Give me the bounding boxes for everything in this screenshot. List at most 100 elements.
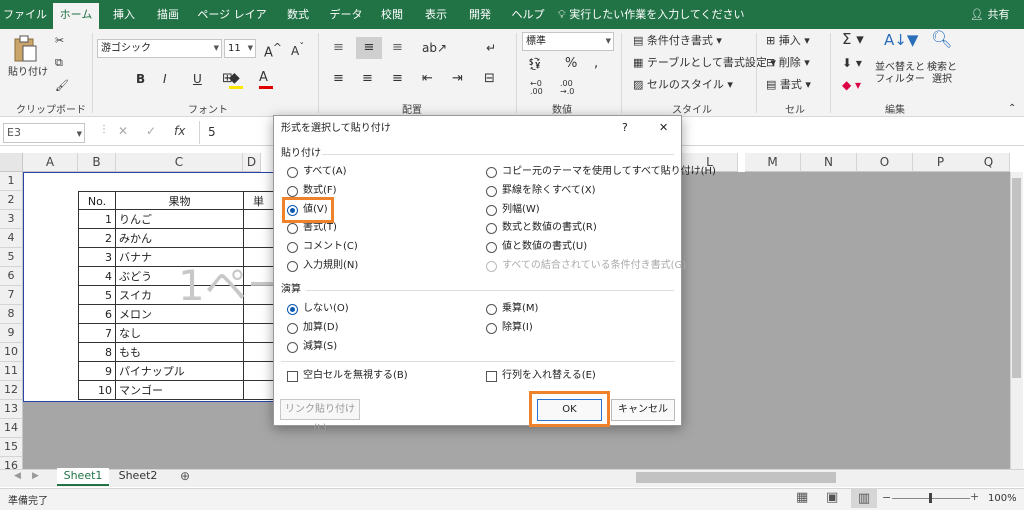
radio-dialog-paste_right-1[interactable] [486,185,497,197]
decrease-font-icon[interactable]: Aˇ [291,40,304,59]
radio-dialog-paste_right-0[interactable] [486,167,497,178]
table-cell-unit[interactable] [244,324,274,343]
table-cell-fruit[interactable]: パイナップル [116,362,244,381]
align-right-icon[interactable]: ≡ [392,71,403,87]
radio-dialog-op_left-2[interactable] [287,341,298,353]
column-header-c[interactable]: C [116,153,243,172]
table-cell-unit[interactable] [244,381,274,400]
column-header-q[interactable]: Q [968,153,1010,172]
delete-cells-button[interactable]: ⊟ 削除 ▾ [766,55,810,71]
select-all-corner[interactable] [0,153,23,172]
tab-file[interactable]: ファイル [0,0,50,29]
align-left-icon[interactable]: ≡ [333,71,344,87]
row-header-13[interactable]: 13 [0,400,23,419]
table-cell-fruit[interactable]: りんご [116,210,244,229]
radio-dialog-paste_right-2[interactable] [486,204,497,216]
vertical-scroll-thumb[interactable] [1012,178,1021,378]
paste-button[interactable]: 貼り付け [8,65,48,81]
font-color-icon[interactable]: A [259,70,273,89]
decrease-decimal-icon[interactable]: .00 →.0 [560,80,574,96]
collapse-ribbon-icon[interactable]: ⌃ [1008,101,1016,117]
font-size-combo[interactable]: 11 ▼ [224,39,256,58]
radio-dialog-paste_right-5[interactable] [486,261,497,272]
table-cell-no[interactable]: 3 [78,248,116,267]
table-cell-no[interactable]: 10 [78,381,116,400]
table-cell-unit[interactable] [244,210,274,229]
table-cell-fruit[interactable]: もも [116,343,244,362]
underline-button[interactable]: U [193,71,202,87]
orientation-icon[interactable]: ab↗ [422,40,447,56]
cut-icon[interactable]: ✂ [55,33,64,49]
indent-increase-icon[interactable]: ⇥ [452,71,463,87]
row-header-3[interactable]: 3 [0,210,23,229]
tab-review[interactable]: 校閲 [372,0,412,29]
clear-icon[interactable]: ◆ ▾ [842,77,861,93]
table-cell-no[interactable]: 9 [78,362,116,381]
align-top-icon[interactable]: ≡ [333,40,344,56]
find-icon[interactable]: 🔍︎ [931,32,953,49]
column-header-d[interactable]: D [243,153,261,172]
indent-decrease-icon[interactable]: ⇤ [422,71,433,87]
format-as-table-button[interactable]: ▦ テーブルとして書式設定 ▾ [633,55,776,71]
sheet-tab-sheet2[interactable]: Sheet2 [112,468,164,486]
zoom-in-icon[interactable]: + [970,490,979,503]
tab-formulas[interactable]: 数式 [278,0,318,29]
table-header-unit[interactable]: 単 [244,191,274,210]
currency-icon[interactable]: 💱︎ [527,56,542,72]
fill-icon[interactable]: ⬇ ▾ [842,55,862,71]
row-header-8[interactable]: 8 [0,305,23,324]
tab-home[interactable]: ホーム [53,3,99,29]
row-header-6[interactable]: 6 [0,267,23,286]
conditional-format-button[interactable]: ▤ 条件付き書式 ▾ [633,33,722,49]
row-header-12[interactable]: 12 [0,381,23,400]
normal-view-icon[interactable]: ▦ [796,490,808,505]
skip-blanks-checkbox[interactable] [287,371,298,382]
zoom-slider-thumb[interactable] [929,493,932,503]
fill-color-icon[interactable]: ◆ [229,70,243,89]
row-header-4[interactable]: 4 [0,229,23,248]
number-format-combo[interactable]: 標準 ▼ [522,32,614,51]
radio-dialog-op_left-1[interactable] [287,322,298,334]
table-cell-no[interactable]: 5 [78,286,116,305]
close-button[interactable]: ✕ [659,121,668,135]
column-header-b[interactable]: B [78,153,116,172]
align-bottom-icon[interactable]: ≡ [392,40,403,56]
radio-dialog-op_right-1[interactable] [486,322,497,334]
table-cell-no[interactable]: 1 [78,210,116,229]
table-cell-fruit[interactable]: みかん [116,229,244,248]
sheet-tab-sheet1[interactable]: Sheet1 [57,468,109,486]
table-cell-fruit[interactable]: なし [116,324,244,343]
enter-icon[interactable]: ✓ [146,124,156,138]
column-header-n[interactable]: N [801,153,857,172]
horizontal-scroll-thumb[interactable] [636,472,836,483]
bold-button[interactable]: B [136,71,145,87]
font-name-combo[interactable]: 游ゴシック ▼ [97,39,222,58]
radio-dialog-paste_left-3[interactable] [287,223,298,235]
tab-developer[interactable]: 開発 [460,0,500,29]
tell-me-box[interactable]: 💡︎ 実行したい作業を入力してください [558,0,745,29]
format-painter-icon[interactable]: 🖌︎ [55,78,69,94]
row-header-1[interactable]: 1 [0,172,23,191]
row-header-5[interactable]: 5 [0,248,23,267]
function-icon[interactable]: fx [174,124,185,138]
copy-icon[interactable]: ⧉ [55,55,63,71]
radio-dialog-paste_left-5[interactable] [287,261,298,272]
table-cell-no[interactable]: 7 [78,324,116,343]
table-cell-fruit[interactable]: マンゴー [116,381,244,400]
format-cells-button[interactable]: ▤ 書式 ▾ [766,77,811,93]
sort-filter-icon[interactable]: A↓▼ [884,32,918,48]
page-break-view-icon[interactable]: ▥ [851,489,877,508]
paste-icon[interactable] [12,35,42,63]
name-box[interactable]: E3 ▼ [3,123,85,143]
table-cell-no[interactable]: 8 [78,343,116,362]
zoom-out-icon[interactable]: − [882,491,891,504]
tab-data[interactable]: データ [324,0,368,29]
radio-dialog-op_left-0[interactable] [287,304,298,315]
table-cell-no[interactable]: 6 [78,305,116,324]
radio-dialog-paste_right-3[interactable] [486,223,497,235]
find-select-button[interactable]: 検索と 選択 [925,62,959,86]
prev-sheet-icon[interactable]: ◀ [14,471,21,481]
column-header-a[interactable]: A [23,153,78,172]
tab-view[interactable]: 表示 [416,0,456,29]
insert-cells-button[interactable]: ⊞ 挿入 ▾ [766,33,810,49]
